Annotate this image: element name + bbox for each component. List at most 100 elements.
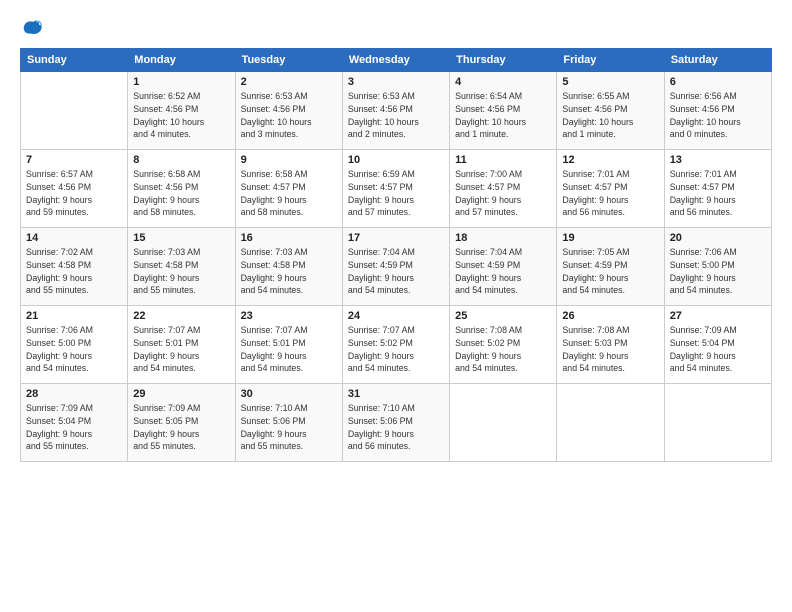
day-number: 28 [26, 388, 122, 400]
day-info: Sunrise: 7:07 AM Sunset: 5:01 PM Dayligh… [133, 324, 229, 375]
day-number: 16 [241, 232, 337, 244]
calendar-cell: 12 Sunrise: 7:01 AM Sunset: 4:57 PM Dayli… [557, 150, 664, 228]
calendar-cell: 17 Sunrise: 7:04 AM Sunset: 4:59 PM Dayli… [342, 228, 449, 306]
day-number: 4 [455, 76, 551, 88]
day-info: Sunrise: 7:07 AM Sunset: 5:01 PM Dayligh… [241, 324, 337, 375]
day-info: Sunrise: 7:10 AM Sunset: 5:06 PM Dayligh… [241, 402, 337, 453]
header-day: Saturday [664, 49, 771, 72]
day-number: 11 [455, 154, 551, 166]
header-day: Thursday [450, 49, 557, 72]
week-row: 14 Sunrise: 7:02 AM Sunset: 4:58 PM Dayli… [21, 228, 772, 306]
calendar-cell: 5Sunrise: 6:55 AM Sunset: 4:56 PM Daylig… [557, 72, 664, 150]
day-number: 25 [455, 310, 551, 322]
day-info: Sunrise: 7:01 AM Sunset: 4:57 PM Dayligh… [562, 168, 658, 219]
calendar-cell [664, 384, 771, 462]
calendar-cell: 8 Sunrise: 6:58 AM Sunset: 4:56 PM Daylig… [128, 150, 235, 228]
header-day: Monday [128, 49, 235, 72]
calendar-cell [557, 384, 664, 462]
day-info: Sunrise: 7:06 AM Sunset: 5:00 PM Dayligh… [26, 324, 122, 375]
day-info: Sunrise: 7:01 AM Sunset: 4:57 PM Dayligh… [670, 168, 766, 219]
calendar-cell: 15 Sunrise: 7:03 AM Sunset: 4:58 PM Dayli… [128, 228, 235, 306]
calendar-cell: 1 Sunrise: 6:52 AM Sunset: 4:56 PM Daylig… [128, 72, 235, 150]
day-info: Sunrise: 7:00 AM Sunset: 4:57 PM Dayligh… [455, 168, 551, 219]
calendar-cell: 9 Sunrise: 6:58 AM Sunset: 4:57 PM Daylig… [235, 150, 342, 228]
header-day: Tuesday [235, 49, 342, 72]
calendar-cell: 16 Sunrise: 7:03 AM Sunset: 4:58 PM Dayli… [235, 228, 342, 306]
day-info: Sunrise: 6:53 AM Sunset: 4:56 PM Dayligh… [241, 90, 337, 141]
calendar-cell: 6 Sunrise: 6:56 AM Sunset: 4:56 PM Daylig… [664, 72, 771, 150]
day-number: 26 [562, 310, 658, 322]
day-info: Sunrise: 7:08 AM Sunset: 5:02 PM Dayligh… [455, 324, 551, 375]
day-number: 12 [562, 154, 658, 166]
calendar-cell: 25 Sunrise: 7:08 AM Sunset: 5:02 PM Dayli… [450, 306, 557, 384]
day-info: Sunrise: 7:07 AM Sunset: 5:02 PM Dayligh… [348, 324, 444, 375]
calendar-cell: 23Sunrise: 7:07 AM Sunset: 5:01 PM Dayli… [235, 306, 342, 384]
day-number: 30 [241, 388, 337, 400]
calendar-cell: 4 Sunrise: 6:54 AM Sunset: 4:56 PM Daylig… [450, 72, 557, 150]
day-number: 14 [26, 232, 122, 244]
header [20, 18, 772, 38]
day-info: Sunrise: 6:58 AM Sunset: 4:57 PM Dayligh… [241, 168, 337, 219]
day-number: 19 [562, 232, 658, 244]
week-row: 21Sunrise: 7:06 AM Sunset: 5:00 PM Dayli… [21, 306, 772, 384]
day-number: 8 [133, 154, 229, 166]
calendar-cell: 13Sunrise: 7:01 AM Sunset: 4:57 PM Dayli… [664, 150, 771, 228]
day-info: Sunrise: 7:02 AM Sunset: 4:58 PM Dayligh… [26, 246, 122, 297]
day-info: Sunrise: 6:54 AM Sunset: 4:56 PM Dayligh… [455, 90, 551, 141]
day-number: 20 [670, 232, 766, 244]
day-info: Sunrise: 7:10 AM Sunset: 5:06 PM Dayligh… [348, 402, 444, 453]
day-info: Sunrise: 7:03 AM Sunset: 4:58 PM Dayligh… [241, 246, 337, 297]
day-number: 9 [241, 154, 337, 166]
day-info: Sunrise: 6:56 AM Sunset: 4:56 PM Dayligh… [670, 90, 766, 141]
day-info: Sunrise: 7:06 AM Sunset: 5:00 PM Dayligh… [670, 246, 766, 297]
day-number: 15 [133, 232, 229, 244]
day-info: Sunrise: 7:09 AM Sunset: 5:05 PM Dayligh… [133, 402, 229, 453]
calendar-cell: 22 Sunrise: 7:07 AM Sunset: 5:01 PM Dayli… [128, 306, 235, 384]
day-number: 2 [241, 76, 337, 88]
day-info: Sunrise: 6:55 AM Sunset: 4:56 PM Dayligh… [562, 90, 658, 141]
day-info: Sunrise: 6:59 AM Sunset: 4:57 PM Dayligh… [348, 168, 444, 219]
calendar-cell [450, 384, 557, 462]
calendar-cell: 31 Sunrise: 7:10 AM Sunset: 5:06 PM Dayli… [342, 384, 449, 462]
header-row: SundayMondayTuesdayWednesdayThursdayFrid… [21, 49, 772, 72]
week-row: 7 Sunrise: 6:57 AM Sunset: 4:56 PM Daylig… [21, 150, 772, 228]
day-info: Sunrise: 7:08 AM Sunset: 5:03 PM Dayligh… [562, 324, 658, 375]
day-info: Sunrise: 7:03 AM Sunset: 4:58 PM Dayligh… [133, 246, 229, 297]
day-number: 29 [133, 388, 229, 400]
day-info: Sunrise: 6:57 AM Sunset: 4:56 PM Dayligh… [26, 168, 122, 219]
day-info: Sunrise: 7:04 AM Sunset: 4:59 PM Dayligh… [348, 246, 444, 297]
calendar-cell: 19 Sunrise: 7:05 AM Sunset: 4:59 PM Dayli… [557, 228, 664, 306]
day-info: Sunrise: 6:52 AM Sunset: 4:56 PM Dayligh… [133, 90, 229, 141]
day-number: 27 [670, 310, 766, 322]
calendar-cell: 30 Sunrise: 7:10 AM Sunset: 5:06 PM Dayli… [235, 384, 342, 462]
day-number: 18 [455, 232, 551, 244]
calendar-cell: 28Sunrise: 7:09 AM Sunset: 5:04 PM Dayli… [21, 384, 128, 462]
day-info: Sunrise: 7:05 AM Sunset: 4:59 PM Dayligh… [562, 246, 658, 297]
week-row: 28Sunrise: 7:09 AM Sunset: 5:04 PM Dayli… [21, 384, 772, 462]
calendar-cell [21, 72, 128, 150]
page: SundayMondayTuesdayWednesdayThursdayFrid… [0, 0, 792, 612]
day-number: 1 [133, 76, 229, 88]
day-number: 6 [670, 76, 766, 88]
header-day: Wednesday [342, 49, 449, 72]
day-info: Sunrise: 7:04 AM Sunset: 4:59 PM Dayligh… [455, 246, 551, 297]
day-number: 17 [348, 232, 444, 244]
calendar-cell: 2 Sunrise: 6:53 AM Sunset: 4:56 PM Daylig… [235, 72, 342, 150]
calendar-cell: 14 Sunrise: 7:02 AM Sunset: 4:58 PM Dayli… [21, 228, 128, 306]
calendar-cell: 11 Sunrise: 7:00 AM Sunset: 4:57 PM Dayli… [450, 150, 557, 228]
day-number: 31 [348, 388, 444, 400]
calendar-cell: 7 Sunrise: 6:57 AM Sunset: 4:56 PM Daylig… [21, 150, 128, 228]
day-number: 24 [348, 310, 444, 322]
calendar-cell: 3Sunrise: 6:53 AM Sunset: 4:56 PM Daylig… [342, 72, 449, 150]
day-number: 10 [348, 154, 444, 166]
calendar-cell: 24 Sunrise: 7:07 AM Sunset: 5:02 PM Dayli… [342, 306, 449, 384]
calendar-cell: 18 Sunrise: 7:04 AM Sunset: 4:59 PM Dayli… [450, 228, 557, 306]
calendar-cell: 10 Sunrise: 6:59 AM Sunset: 4:57 PM Dayli… [342, 150, 449, 228]
header-day: Sunday [21, 49, 128, 72]
calendar-cell: 27Sunrise: 7:09 AM Sunset: 5:04 PM Dayli… [664, 306, 771, 384]
week-row: 1 Sunrise: 6:52 AM Sunset: 4:56 PM Daylig… [21, 72, 772, 150]
day-number: 7 [26, 154, 122, 166]
day-number: 22 [133, 310, 229, 322]
day-info: Sunrise: 6:58 AM Sunset: 4:56 PM Dayligh… [133, 168, 229, 219]
logo [20, 18, 44, 38]
